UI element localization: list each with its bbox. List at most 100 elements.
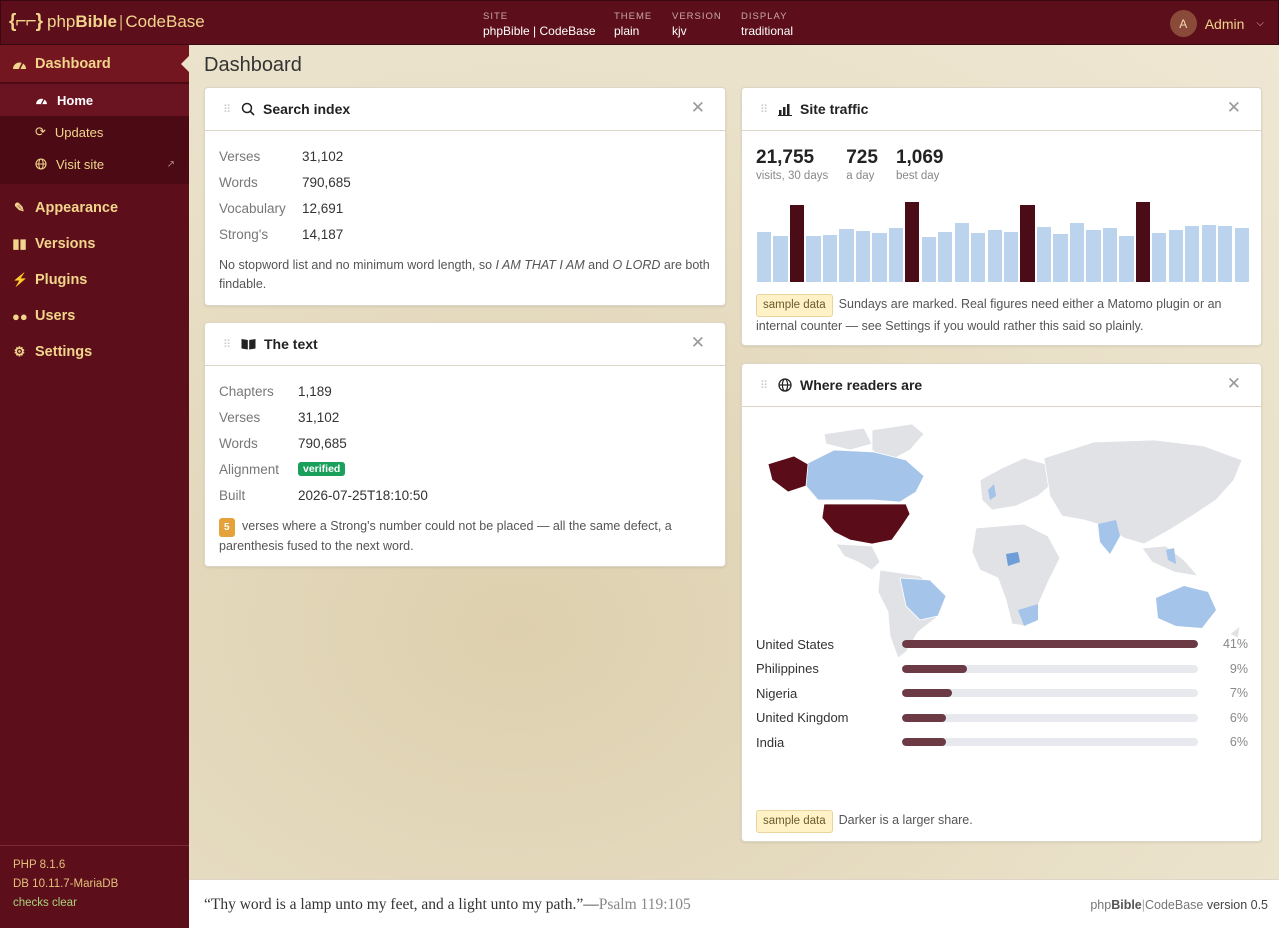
close-icon[interactable]: ✕ [1227, 99, 1241, 116]
stat-label: Words [219, 174, 258, 190]
meta-value: phpBible | CodeBase [483, 24, 596, 38]
brand-bible: Bible [1111, 898, 1142, 912]
search-index-note: No stopword list and no minimum word len… [219, 256, 711, 294]
traffic-bar [773, 236, 788, 282]
user-menu[interactable]: A Admin ⌵ [1169, 10, 1264, 37]
traffic-bar [1086, 230, 1101, 282]
meta-site: SITE phpBible | CodeBase [483, 11, 596, 38]
sidebar-item-label: Home [57, 92, 94, 108]
system-status: PHP 8.1.6 DB 10.11.7-MariaDB checks clea… [0, 845, 189, 928]
php-version: PHP 8.1.6 [13, 859, 66, 871]
share-percent: 9% [1229, 661, 1248, 676]
close-icon[interactable]: ✕ [1227, 375, 1241, 392]
sidebar-item-users[interactable]: ●● Users [0, 298, 189, 334]
brand-php: php [1090, 898, 1112, 912]
search-index-card: ⠿ Search index ✕ Verses 31,102 Words 790,6… [204, 87, 726, 306]
share-percent: 6% [1229, 710, 1248, 725]
share-percent: 41% [1222, 637, 1248, 652]
search-icon [241, 102, 255, 116]
main-content: Dashboard ⠿ Search index ✕ Verses 31,102 … [189, 45, 1279, 879]
book-open-icon: ▮▮ [12, 236, 27, 251]
sidebar-item-settings[interactable]: ⚙ Settings [0, 334, 189, 370]
sidebar-item-updates[interactable]: ⟳ Updates [0, 116, 189, 148]
count-badge: 5 [219, 518, 235, 537]
close-icon[interactable]: ✕ [691, 334, 705, 351]
gauge-icon [13, 62, 26, 69]
globe-icon [35, 158, 47, 170]
sidebar-item-visit-site[interactable]: Visit site ↗ [0, 148, 189, 180]
stat-row: Strong's 14,187 [219, 221, 711, 247]
drag-handle-icon[interactable]: ⠿ [760, 379, 770, 392]
traffic-note: sample data Sundays are marked. Real figu… [756, 294, 1247, 336]
traffic-bar [757, 232, 772, 282]
card-title: Where readers are [800, 377, 923, 393]
traffic-bar-sunday [905, 202, 920, 282]
sidebar-item-plugins[interactable]: ⚡ Plugins [0, 262, 189, 298]
stat-caption: visits, 30 days [756, 170, 829, 182]
stat-row: Alignment verified [219, 456, 711, 482]
verse-reference: Psalm 119:105 [598, 896, 691, 913]
checks-status[interactable]: checks clear [13, 894, 176, 913]
meta-value: traditional [741, 24, 794, 38]
map-africa [971, 523, 1061, 627]
traffic-bar [888, 228, 903, 282]
sidebar: Dashboard Home ⟳ Updates Visit site ↗ ✎ A… [0, 45, 189, 928]
stat-value: 12,691 [302, 200, 344, 216]
meta-theme: THEME plain [614, 11, 652, 38]
meta-value: plain [614, 24, 640, 38]
bar-chart-icon [778, 103, 792, 116]
sidebar-item-label: Settings [35, 344, 93, 360]
drag-handle-icon[interactable]: ⠿ [760, 103, 770, 116]
close-icon[interactable]: ✕ [691, 99, 705, 116]
traffic-bar [921, 237, 936, 282]
stat-value: 31,102 [298, 409, 340, 425]
stat-row: Verses 31,102 [219, 404, 711, 430]
country-row: United Kingdom 6% [756, 706, 1248, 731]
users-icon: ●● [12, 308, 28, 324]
traffic-bar [872, 233, 887, 282]
brand-logo[interactable]: {⌐⌐} php Bible | CodeBase [9, 11, 205, 33]
meta-value: kjv [672, 24, 687, 38]
stat-number: 1,069 [895, 147, 944, 168]
sidebar-item-appearance[interactable]: ✎ Appearance [0, 190, 189, 226]
brand-bible: Bible [75, 12, 117, 31]
sidebar-item-home[interactable]: Home [0, 84, 189, 116]
brand-separator: | [118, 12, 124, 31]
note-text: No stopword list and no minimum word len… [219, 258, 496, 272]
stat-best-day: 1,069 best day [896, 147, 944, 182]
traffic-bar [971, 233, 986, 282]
map-europe [979, 457, 1055, 511]
footer: “Thy word is a lamp unto my feet, and a … [189, 879, 1279, 928]
traffic-bar [1168, 230, 1183, 282]
traffic-bar-sunday [1020, 205, 1035, 282]
sidebar-item-dashboard[interactable]: Dashboard [0, 45, 189, 82]
globe-icon [778, 378, 792, 392]
traffic-bar [1152, 233, 1167, 282]
country-name: United Kingdom [756, 710, 849, 726]
stat-label: Verses [219, 409, 261, 425]
meta-display: DISPLAY traditional [741, 11, 793, 38]
brand-codebase: CodeBase [125, 12, 205, 31]
share-fill [902, 738, 947, 747]
stat-label: Strong's [219, 226, 269, 242]
country-name: India [756, 734, 785, 750]
traffic-bar [806, 236, 821, 282]
brace-book-icon: {⌐⌐} [9, 11, 43, 32]
plug-icon: ⚡ [12, 272, 29, 287]
sidebar-item-label: Appearance [35, 200, 119, 216]
sidebar-item-versions[interactable]: ▮▮ Versions [0, 226, 189, 262]
stat-row: Words 790,685 [219, 430, 711, 456]
traffic-bar [1218, 226, 1233, 282]
card-title: The text [264, 336, 318, 352]
card-header: ⠿ Where readers are ✕ [742, 364, 1261, 407]
traffic-bar [1069, 223, 1085, 282]
avatar: A [1169, 10, 1197, 37]
drag-handle-icon[interactable]: ⠿ [223, 103, 233, 116]
sidebar-item-label: Visit site [56, 156, 105, 172]
traffic-bar [987, 230, 1002, 282]
traffic-bar [839, 229, 854, 282]
drag-handle-icon[interactable]: ⠿ [223, 338, 233, 351]
world-map[interactable] [754, 420, 1250, 662]
external-link-icon: ↗ [166, 158, 175, 170]
sidebar-item-label: Updates [54, 124, 104, 140]
